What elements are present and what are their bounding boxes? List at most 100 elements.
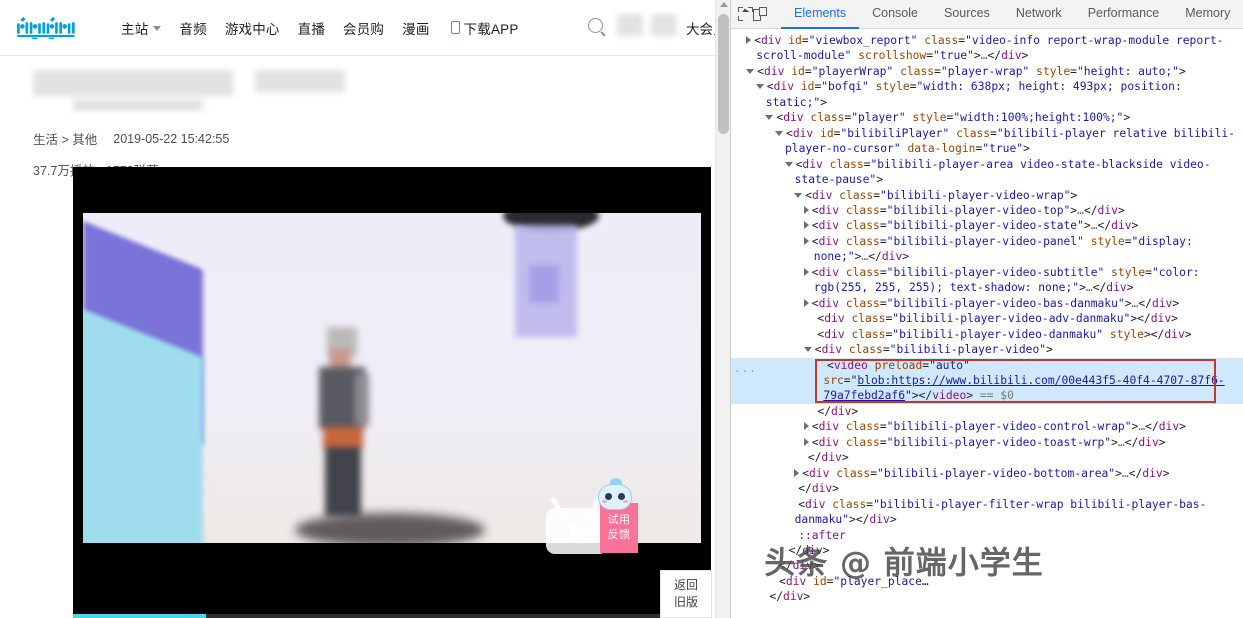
dom-tree-line[interactable]: <div class="player" style="width:100%;he…: [731, 110, 1243, 125]
blob-url-link[interactable]: blob:https://www.bilibili.com/00e443f5-4…: [823, 374, 1224, 402]
dom-punct: [868, 359, 875, 372]
return-old-version-button[interactable]: 返回 旧版: [660, 570, 712, 618]
tab-memory[interactable]: Memory: [1172, 0, 1243, 29]
dom-tag-name: div: [869, 513, 890, 527]
dom-punct: [839, 420, 846, 433]
collapse-triangle-icon[interactable]: [755, 84, 764, 90]
expand-triangle-icon[interactable]: [803, 437, 809, 446]
nav-item-download-app[interactable]: 下载APP: [439, 18, 528, 38]
dom-tree-line[interactable]: <video preload="auto" src="blob:https://…: [731, 358, 1243, 404]
tab-console[interactable]: Console: [859, 0, 931, 29]
tab-performance[interactable]: Performance: [1075, 0, 1173, 29]
dom-tag-name: video: [932, 389, 967, 403]
dom-tree-line[interactable]: <div class="bilibili-player-video-wrap">: [731, 188, 1243, 203]
dom-tree-line[interactable]: </div>: [731, 589, 1243, 604]
expand-triangle-icon[interactable]: [803, 221, 809, 230]
dom-tree-line[interactable]: <div class="bilibili-player-video-bas-da…: [731, 296, 1243, 311]
dom-punct: [1103, 328, 1110, 341]
dom-tree-line[interactable]: <div class="bilibili-player-video">: [731, 342, 1243, 357]
dom-tree-line[interactable]: <div class="bilibili-player-video-toast-…: [731, 435, 1243, 450]
tab-network[interactable]: Network: [1003, 0, 1075, 29]
dom-tree-line[interactable]: <div class="bilibili-player-area video-s…: [731, 157, 1243, 188]
inspect-element-icon[interactable]: [738, 2, 753, 26]
dom-tree-line[interactable]: <div class="bilibili-player-video-bottom…: [731, 466, 1243, 481]
dom-tree-line[interactable]: <div id="bilibiliPlayer" class="bilibili…: [731, 126, 1243, 157]
scrollbar-thumb[interactable]: [718, 14, 729, 134]
dom-tree-line[interactable]: <div class="bilibili-player-video-panel"…: [731, 234, 1243, 265]
dom-tree-line[interactable]: </div>: [731, 450, 1243, 465]
dom-tree-line[interactable]: <div class="bilibili-player-video-danmak…: [731, 327, 1243, 342]
dom-punct: >: [1162, 466, 1170, 480]
nav-item-member-shop[interactable]: 会员购: [334, 18, 393, 38]
page-scrollbar[interactable]: [715, 0, 730, 618]
dom-attr-value: "bilibili-player-video": [889, 343, 1047, 357]
nav-item-main[interactable]: 主站: [112, 18, 170, 38]
dom-tree-line[interactable]: <div class="bilibili-player-video-top">……: [731, 203, 1243, 218]
tab-sources[interactable]: Sources: [931, 0, 1003, 29]
dom-tree-line[interactable]: <div id="bofqi" style="width: 638px; hei…: [731, 79, 1243, 110]
expand-triangle-icon[interactable]: [794, 468, 800, 477]
expand-triangle-icon[interactable]: [803, 205, 809, 214]
dom-punct: </: [1138, 296, 1152, 310]
dom-tree-line[interactable]: <div id="viewbox_report" class="video-in…: [731, 33, 1243, 64]
dom-tree[interactable]: ... <div id="viewbox_report" class="vide…: [731, 29, 1243, 618]
dom-punct: >: [1023, 142, 1030, 156]
blurred-region: [255, 70, 345, 92]
toggle-device-toolbar-icon[interactable]: [753, 2, 767, 26]
dom-punct: =: [801, 34, 809, 47]
dom-attr-value: "bilibiliPlayer": [840, 126, 950, 140]
search-area[interactable]: [588, 14, 677, 36]
collapse-triangle-icon[interactable]: [746, 68, 755, 74]
scroll-up-arrow-icon[interactable]: [720, 2, 728, 7]
collapse-triangle-icon[interactable]: [765, 115, 774, 121]
collapse-triangle-icon[interactable]: [794, 192, 803, 198]
collapse-triangle-icon[interactable]: [803, 347, 812, 353]
video-subject: [315, 327, 371, 523]
collapse-triangle-icon[interactable]: [775, 130, 783, 136]
feedback-line-2: 反馈: [607, 529, 631, 541]
collapse-triangle-icon[interactable]: [784, 161, 793, 167]
dom-tree-line[interactable]: <div id="playerWrap" class="player-wrap"…: [731, 64, 1243, 79]
dom-attr-value: "width:100%;height:100%;": [953, 111, 1124, 125]
dom-tree-line[interactable]: <div class="bilibili-player-video-adv-da…: [731, 311, 1243, 326]
dom-tree-line[interactable]: <div class="bilibili-player-filter-wrap …: [731, 497, 1243, 528]
dom-tag-name: div: [773, 80, 795, 94]
dom-tag-name: div: [1001, 49, 1022, 63]
dom-tree-line[interactable]: </div>: [731, 481, 1243, 496]
dom-punct: [842, 343, 849, 356]
nav-item-game-center[interactable]: 游戏中心: [216, 18, 289, 38]
dom-punct: [823, 158, 830, 171]
expand-triangle-icon[interactable]: [803, 236, 809, 245]
dom-attr-name: class: [848, 343, 883, 357]
expand-triangle-icon[interactable]: [803, 422, 809, 431]
video-meta-line: 生活 > 其他 2019-05-22 15:42:55: [33, 129, 730, 148]
bilibili-logo[interactable]: [16, 13, 90, 43]
dom-punct: <: [811, 296, 819, 310]
nav-item-manga[interactable]: 漫画: [393, 18, 438, 38]
expand-triangle-icon[interactable]: [803, 298, 809, 307]
dom-punct: >: [1158, 435, 1166, 449]
nav-item-audio[interactable]: 音频: [170, 18, 215, 38]
dom-tree-line[interactable]: <div class="bilibili-player-video-state"…: [731, 218, 1243, 233]
video-info-block: 生活 > 其他 2019-05-22 15:42:55 37.7万播放 · 17…: [0, 56, 730, 179]
dom-punct: [839, 436, 846, 449]
tab-elements[interactable]: Elements: [781, 0, 860, 29]
dom-punct: >: [841, 451, 849, 465]
dom-punct: [839, 204, 846, 217]
search-icon[interactable]: [588, 17, 603, 33]
expand-triangle-icon[interactable]: [746, 36, 752, 44]
dom-tag-name: div: [1142, 466, 1163, 480]
dom-tree-line[interactable]: <div class="bilibili-player-video-contro…: [731, 419, 1243, 434]
dom-attr-value: "bilibili-player-video-bas-danmaku": [886, 296, 1125, 310]
dom-tag-name: div: [802, 157, 823, 171]
feedback-line-1: 试用: [607, 514, 631, 527]
dom-tree-line[interactable]: </div>: [731, 404, 1243, 419]
video-progress-bar[interactable]: [73, 614, 711, 618]
nav-item-live[interactable]: 直播: [289, 18, 334, 38]
dom-attr-name: class: [810, 111, 845, 125]
dom-tree-line[interactable]: <div class="bilibili-player-video-subtit…: [731, 265, 1243, 296]
breadcrumb[interactable]: 生活 > 其他: [33, 129, 97, 148]
expand-triangle-icon[interactable]: [803, 267, 809, 276]
dom-attr-name: class: [832, 497, 867, 511]
dom-attr-name: class: [845, 265, 880, 279]
